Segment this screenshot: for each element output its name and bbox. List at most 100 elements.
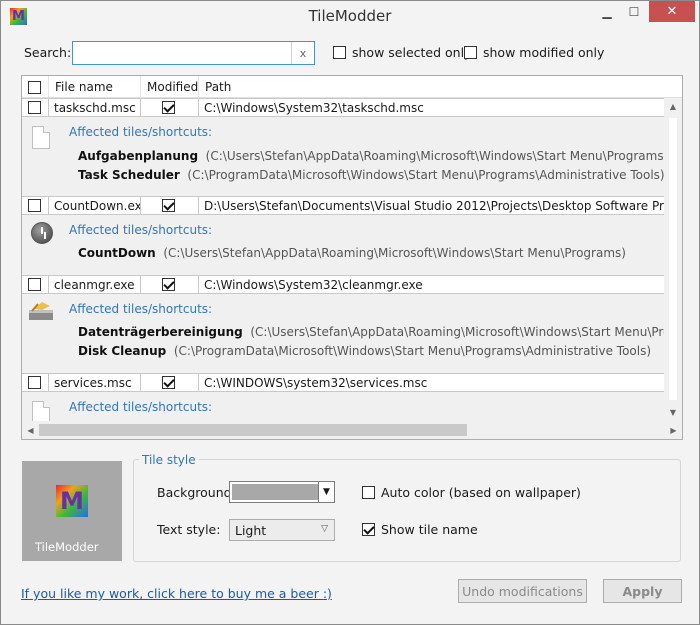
column-header-modified[interactable]: Modified xyxy=(141,76,199,98)
row-modified-checkbox[interactable] xyxy=(162,101,175,114)
tile-preview: M TileModder xyxy=(22,461,122,561)
main-window: M TileModder ▁ ☐ ✕ Search: x show select… xyxy=(0,0,700,625)
row-modified-checkbox[interactable] xyxy=(162,278,175,291)
row-select-checkbox[interactable] xyxy=(28,376,41,389)
show-tile-name-label: Show tile name xyxy=(381,522,478,537)
row-modified-cell xyxy=(141,276,199,293)
search-clear-button[interactable]: x xyxy=(291,42,314,64)
background-label: Background: xyxy=(157,485,236,500)
show-modified-only-checkbox[interactable] xyxy=(464,46,477,59)
row-modified-cell xyxy=(141,197,199,214)
table-row[interactable]: services.msc C:\WINDOWS\system32\service… xyxy=(22,373,664,392)
select-all-cell xyxy=(22,76,49,98)
row-modified-cell xyxy=(141,99,199,116)
auto-color-option[interactable]: Auto color (based on wallpaper) xyxy=(362,485,581,500)
tile-logo-icon: M xyxy=(56,485,88,517)
tile-entry: Datenträgerbereinigung (C:\Users\Stefan\… xyxy=(78,325,683,339)
search-label: Search: xyxy=(24,45,72,60)
background-color-picker[interactable]: ▼ xyxy=(229,481,335,503)
tile-preview-name: TileModder xyxy=(35,540,99,554)
row-select-cell xyxy=(22,99,49,116)
row-file-name: cleanmgr.exe xyxy=(49,276,141,293)
row-select-checkbox[interactable] xyxy=(28,199,41,212)
tile-name: Task Scheduler xyxy=(78,168,180,182)
tile-entry: Task Scheduler (C:\ProgramData\Microsoft… xyxy=(78,168,665,182)
show-modified-only-option[interactable]: show modified only xyxy=(464,45,604,60)
disk-cleanup-icon xyxy=(29,302,53,320)
column-header-path[interactable]: Path xyxy=(199,76,664,98)
row-select-cell xyxy=(22,374,49,391)
row-select-checkbox[interactable] xyxy=(28,101,41,114)
search-input[interactable] xyxy=(73,42,291,64)
row-details: Affected tiles/shortcuts: Aufgabenplanun… xyxy=(22,117,668,197)
tile-name: CountDown xyxy=(78,246,156,260)
tile-name: Datenträgerbereinigung xyxy=(78,325,243,339)
row-path: C:\Windows\System32\taskschd.msc xyxy=(204,100,424,115)
scroll-right-icon[interactable]: ▶ xyxy=(665,421,682,439)
show-selected-only-checkbox[interactable] xyxy=(333,46,346,59)
tile-entry: CountDown (C:\Users\Stefan\AppData\Roami… xyxy=(78,246,626,260)
row-path: C:\Windows\System32\cleanmgr.exe xyxy=(204,277,423,292)
row-select-checkbox[interactable] xyxy=(28,278,41,291)
scroll-left-icon[interactable]: ◀ xyxy=(22,421,39,439)
minimize-button[interactable]: ▁ xyxy=(596,1,618,22)
row-modified-cell xyxy=(141,374,199,391)
row-details: Affected tiles/shortcuts: Datenträgerber… xyxy=(22,294,682,374)
auto-color-checkbox[interactable] xyxy=(362,486,375,499)
table-row[interactable]: CountDown.exe D:\Users\Stefan\Documents\… xyxy=(22,196,664,215)
table-row[interactable]: taskschd.msc C:\Windows\System32\tasksch… xyxy=(22,98,664,117)
apply-button[interactable]: Apply xyxy=(603,579,682,603)
scroll-up-icon[interactable]: ▲ xyxy=(664,98,682,115)
tile-path: (C:\Users\Stefan\AppData\Roaming\Microso… xyxy=(205,149,669,163)
tile-path: (C:\ProgramData\Microsoft\Windows\Start … xyxy=(173,344,652,358)
tile-path: (C:\Users\Stefan\AppData\Roaming\Microso… xyxy=(163,246,626,260)
vertical-scroll-thumb[interactable] xyxy=(669,118,677,400)
select-all-checkbox[interactable] xyxy=(28,80,41,94)
tile-style-title: Tile style xyxy=(139,453,199,467)
title-bar: M TileModder ▁ ☐ ✕ xyxy=(1,1,699,31)
row-details: Affected tiles/shortcuts: CountDown (C:\… xyxy=(22,215,664,275)
chevron-down-icon[interactable]: ▼ xyxy=(318,482,334,502)
row-file-name: CountDown.exe xyxy=(49,197,141,214)
row-modified-checkbox[interactable] xyxy=(162,199,175,212)
undo-modifications-button[interactable]: Undo modifications xyxy=(458,579,587,603)
show-selected-only-option[interactable]: show selected only xyxy=(333,45,471,60)
search-box: x xyxy=(72,41,315,65)
vertical-scrollbar[interactable]: ▲ ▼ xyxy=(664,98,682,421)
text-style-select[interactable]: Light ▽ xyxy=(229,519,335,541)
row-path: C:\WINDOWS\system32\services.msc xyxy=(204,375,428,390)
tile-path: (C:\Users\Stefan\AppData\Roaming\Microso… xyxy=(250,325,683,339)
affected-tiles-label: Affected tiles/shortcuts: xyxy=(69,302,213,316)
tile-name: Disk Cleanup xyxy=(78,344,167,358)
show-selected-only-label: show selected only xyxy=(352,45,472,60)
text-style-label: Text style: xyxy=(157,522,221,537)
show-tile-name-checkbox[interactable] xyxy=(362,523,375,536)
file-list-header: File name Modified Path xyxy=(22,76,682,98)
show-tile-name-option[interactable]: Show tile name xyxy=(362,522,478,537)
table-row[interactable]: cleanmgr.exe C:\Windows\System32\cleanmg… xyxy=(22,275,664,294)
scroll-down-icon[interactable]: ▼ xyxy=(664,404,682,421)
file-list[interactable]: File name Modified Path taskschd.msc C:\… xyxy=(21,75,683,440)
close-button[interactable]: ✕ xyxy=(649,1,695,22)
horizontal-scroll-thumb[interactable] xyxy=(39,424,467,436)
affected-tiles-label: Affected tiles/shortcuts: xyxy=(69,400,213,414)
horizontal-scrollbar[interactable]: ◀ ▶ xyxy=(22,421,682,439)
row-select-cell xyxy=(22,197,49,214)
donate-link[interactable]: If you like my work, click here to buy m… xyxy=(21,586,332,601)
background-color-swatch xyxy=(232,484,318,500)
row-modified-checkbox[interactable] xyxy=(162,376,175,389)
tile-name: Aufgabenplanung xyxy=(78,149,199,163)
auto-color-label: Auto color (based on wallpaper) xyxy=(381,485,581,500)
tile-style-group xyxy=(133,459,681,562)
row-select-cell xyxy=(22,276,49,293)
affected-tiles-label: Affected tiles/shortcuts: xyxy=(69,223,213,237)
text-style-value: Light xyxy=(235,523,267,538)
row-path: D:\Users\Stefan\Documents\Visual Studio … xyxy=(204,198,664,213)
column-header-file-name[interactable]: File name xyxy=(49,76,141,98)
tile-path: (C:\ProgramData\Microsoft\Windows\Start … xyxy=(187,168,665,182)
tile-entry: Disk Cleanup (C:\ProgramData\Microsoft\W… xyxy=(78,344,651,358)
clock-icon xyxy=(31,222,53,244)
row-file-name: services.msc xyxy=(49,374,141,391)
maximize-button[interactable]: ☐ xyxy=(623,1,645,22)
show-modified-only-label: show modified only xyxy=(483,45,605,60)
